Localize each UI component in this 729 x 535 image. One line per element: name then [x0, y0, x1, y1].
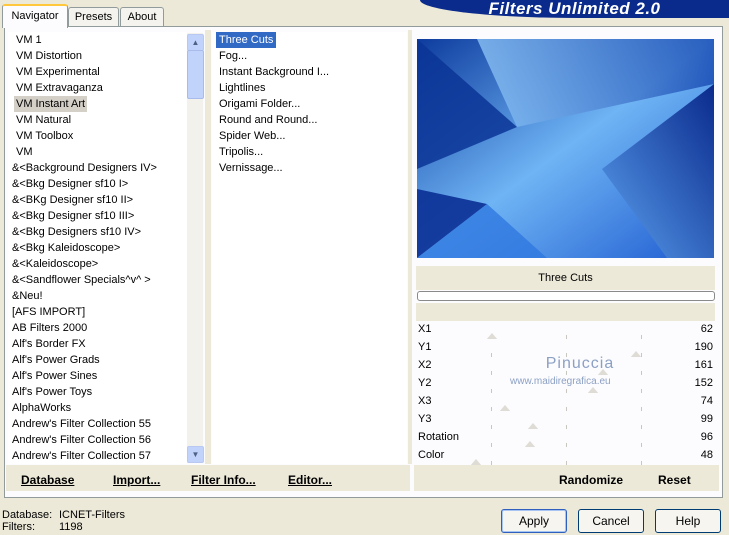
import-button[interactable]: Import... [113, 473, 160, 487]
category-item[interactable]: &<Bkg Designer sf10 I> [12, 176, 187, 192]
category-item[interactable]: Andrew's Filter Collection 56 [12, 432, 187, 448]
scroll-up-button[interactable]: ▲ [187, 34, 204, 51]
category-item[interactable]: &<Bkg Kaleidoscope> [12, 240, 187, 256]
filter-item[interactable]: Round and Round... [219, 112, 317, 128]
scroll-down-button[interactable]: ▼ [187, 446, 204, 463]
category-item[interactable]: Andrew's Filter Collection 57 [12, 448, 187, 464]
cancel-button[interactable]: Cancel [578, 509, 644, 533]
category-item[interactable]: Alf's Power Toys [12, 384, 187, 400]
category-item[interactable]: VM Natural [16, 112, 187, 128]
category-scrollbar[interactable]: ▲ ▼ [187, 33, 204, 463]
filter-item[interactable]: Tripolis... [219, 144, 263, 160]
filter-item[interactable]: Fog... [219, 48, 247, 64]
filter-item[interactable]: Vernissage... [219, 160, 283, 176]
slider-label: X3 [418, 395, 432, 407]
category-item[interactable]: Alf's Power Grads [12, 352, 187, 368]
category-item[interactable]: AB Filters 2000 [12, 320, 187, 336]
category-item[interactable]: &<Kaleidoscope> [12, 256, 187, 272]
category-list[interactable]: VM 1 VM Distortion VM Experimental VM Extra… [8, 32, 187, 464]
help-button[interactable]: Help [655, 509, 721, 533]
category-item[interactable]: VM Distortion [16, 48, 187, 64]
slider-value: 74 [700, 395, 713, 407]
slider-area-divider [416, 303, 715, 321]
filter-item[interactable]: Three Cuts [216, 32, 277, 48]
tab-about[interactable]: About [120, 7, 164, 26]
filter-item[interactable]: Spider Web... [219, 128, 285, 144]
category-item[interactable]: &<Background Designers IV> [12, 160, 187, 176]
category-item[interactable]: [AFS IMPORT] [12, 304, 187, 320]
category-item[interactable]: VM [16, 144, 187, 160]
preview-filter-title: Three Cuts [416, 266, 715, 290]
preview-separator [408, 30, 412, 464]
status-database-value: ICNET-Filters [59, 509, 125, 521]
database-button[interactable]: Database [21, 473, 74, 487]
filter-info-button[interactable]: Filter Info... [191, 473, 256, 487]
slider-value: 96 [700, 431, 713, 443]
progress-bar [417, 291, 715, 301]
filter-preview-image [417, 39, 714, 258]
category-item[interactable]: &<Sandflower Specials^v^ > [12, 272, 187, 288]
slider-y3[interactable]: Y3 99 [416, 411, 715, 430]
tab-presets[interactable]: Presets [68, 7, 119, 26]
slider-value: 190 [694, 341, 713, 353]
category-item[interactable]: &<Bkg Designers sf10 IV> [12, 224, 187, 240]
category-item[interactable]: Andrew's Filter Collection 55 [12, 416, 187, 432]
slider-x3[interactable]: X3 74 [416, 393, 715, 412]
slider-label: Y3 [418, 413, 432, 425]
slider-value: 152 [694, 377, 713, 389]
filter-item[interactable]: Origami Folder... [219, 96, 300, 112]
status-filters-label: Filters: [2, 521, 35, 533]
category-item[interactable]: &<BKg Designer sf10 II> [12, 192, 187, 208]
status-filters-value: 1198 [59, 521, 83, 533]
category-item[interactable]: VM Experimental [16, 64, 187, 80]
filter-item[interactable]: Instant Background I... [219, 64, 329, 80]
category-item[interactable]: &<Bkg Designer sf10 III> [12, 208, 187, 224]
category-item[interactable]: VM 1 [16, 32, 187, 48]
slider-value: 48 [700, 449, 713, 461]
category-item[interactable]: VM Toolbox [16, 128, 187, 144]
scroll-thumb[interactable] [187, 50, 204, 99]
list-separator [205, 30, 211, 464]
slider-label: X2 [418, 359, 432, 371]
category-item[interactable]: Alf's Border FX [12, 336, 187, 352]
apply-button[interactable]: Apply [501, 509, 567, 533]
slider-label: Y2 [418, 377, 432, 389]
slider-label: Rotation [418, 431, 459, 443]
slider-color[interactable]: Color 48 [416, 447, 715, 466]
category-item[interactable]: Alf's Power Sines [12, 368, 187, 384]
watermark-url: www.maidiregrafica.eu [510, 376, 611, 387]
category-item[interactable]: VM Instant Art [14, 96, 88, 112]
tab-navigator[interactable]: Navigator [2, 4, 68, 28]
slider-value: 62 [700, 323, 713, 335]
slider-value: 161 [694, 359, 713, 371]
slider-label: Color [418, 449, 445, 461]
slider-x1[interactable]: X1 62 [416, 321, 715, 340]
slider-label: X1 [418, 323, 432, 335]
app-title-banner: Filters Unlimited 2.0 [420, 0, 729, 18]
filter-list[interactable]: Three Cuts Fog... Instant Background I... L… [212, 32, 407, 464]
filter-item[interactable]: Lightlines [219, 80, 265, 96]
status-database-label: Database: [2, 509, 53, 521]
slider-rotation[interactable]: Rotation 96 [416, 429, 715, 448]
randomize-button[interactable]: Randomize [559, 473, 623, 487]
reset-button[interactable]: Reset [658, 473, 691, 487]
category-item[interactable]: AlphaWorks [12, 400, 187, 416]
category-item[interactable]: &Neu! [12, 288, 187, 304]
slider-label: Y1 [418, 341, 432, 353]
slider-value: 99 [700, 413, 713, 425]
watermark-name: Pinuccia [545, 355, 615, 372]
editor-button[interactable]: Editor... [288, 473, 332, 487]
category-item[interactable]: VM Extravaganza [16, 80, 187, 96]
